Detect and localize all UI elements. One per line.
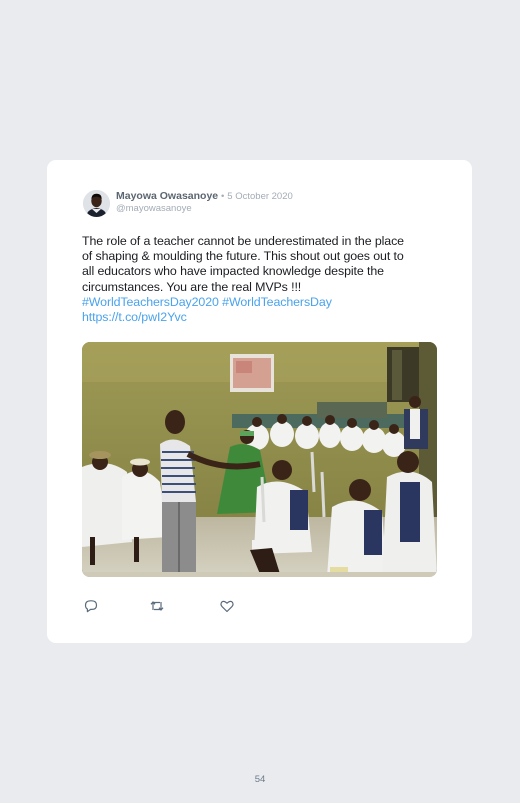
tweet-photo[interactable] xyxy=(82,342,437,577)
post-date[interactable]: 5 October 2020 xyxy=(227,191,293,202)
reply-icon xyxy=(84,600,98,613)
retweet-icon xyxy=(150,601,164,611)
tweet-card: Mayowa Owasanoye • 5 October 2020 @mayow… xyxy=(47,160,472,643)
avatar-image xyxy=(83,190,110,217)
tweet-text-line: The role of a teacher cannot be underest… xyxy=(82,234,404,248)
tweet-url-link[interactable]: https://t.co/pwI2Yvc xyxy=(82,310,442,325)
page-number: 54 xyxy=(254,774,266,785)
hashtag-line: #WorldTeachersDay2020 #WorldTeachersDay xyxy=(82,295,442,310)
hashtag-link[interactable]: #WorldTeachersDay2020 xyxy=(82,295,219,309)
author-handle[interactable]: @mayowasanoye xyxy=(116,203,192,215)
tweet-text-line: circumstances. You are the real MVPs !!! xyxy=(82,279,302,294)
tweet-text-line: all educators who have impacted knowledg… xyxy=(82,264,384,279)
meta-separator: • xyxy=(221,191,225,202)
tweet-text: The role of a teacher cannot be underest… xyxy=(82,234,442,325)
heart-icon xyxy=(220,600,234,613)
author-name[interactable]: Mayowa Owasanoye xyxy=(116,190,218,202)
like-button[interactable] xyxy=(219,598,235,614)
classroom-photo xyxy=(82,342,437,577)
hashtag-link[interactable]: #WorldTeachersDay xyxy=(222,295,332,309)
author-avatar[interactable] xyxy=(83,190,110,217)
retweet-button[interactable] xyxy=(149,598,165,614)
tweet-text-line: of shaping & moulding the future. This s… xyxy=(82,249,404,264)
author-line: Mayowa Owasanoye • 5 October 2020 xyxy=(116,190,293,203)
tweet-actions xyxy=(83,598,283,614)
reply-button[interactable] xyxy=(83,598,99,614)
